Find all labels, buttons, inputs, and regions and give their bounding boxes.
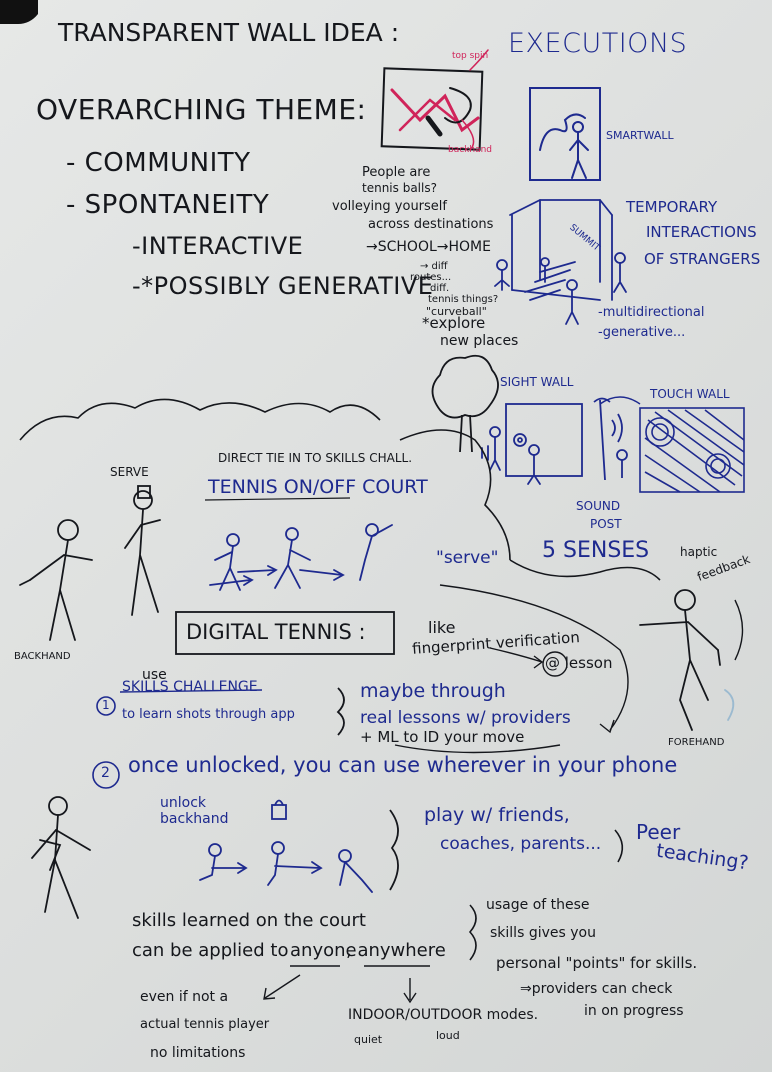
- sound-post-label-1: SOUND: [576, 499, 621, 513]
- bracket-usage: [468, 904, 477, 961]
- play-line1: play w/ friends,: [424, 804, 570, 826]
- magnet-clip: [0, 0, 38, 24]
- smartwall-sketch: [529, 87, 601, 181]
- idea-routes: routes...: [410, 272, 452, 283]
- modes-label: INDOOR/OUTDOOR modes.: [348, 1007, 539, 1023]
- digital-tennis-heading: DIGITAL TENNIS :: [186, 620, 366, 644]
- idea-tennis-things: tennis things?: [428, 294, 499, 305]
- skills-line2: can be applied to: [132, 940, 289, 961]
- modes-loud: loud: [436, 1029, 460, 1042]
- skills-line1: skills learned on the court: [132, 910, 366, 931]
- direct-tie-label: DIRECT TIE IN TO SKILLS CHALL.: [218, 451, 413, 465]
- unlock-line2: backhand: [160, 811, 229, 827]
- bracket-play: [389, 809, 399, 891]
- sight-wall-sketch: [481, 403, 583, 485]
- theme-item-spontaneity: - SPONTANEITY: [66, 190, 270, 220]
- idea-across: across destinations: [368, 217, 494, 232]
- usage-line2: skills gives you: [490, 925, 596, 941]
- idea-volleying: volleying yourself: [332, 199, 447, 214]
- step-1-learn: to learn shots through app: [122, 707, 295, 722]
- serve-label: SERVE: [110, 465, 149, 479]
- unlock-line1: unlock: [160, 795, 207, 811]
- generative-label: -generative...: [598, 325, 686, 340]
- modes-quiet: quiet: [354, 1033, 383, 1046]
- executions-heading: EXECUTIONS: [508, 28, 688, 59]
- theme-item-interactive: -INTERACTIVE: [132, 232, 304, 260]
- serve-quote: "serve": [436, 548, 499, 568]
- pink-backhand-label: backhand: [448, 145, 493, 155]
- maybe-line1: maybe through: [360, 680, 506, 702]
- whiteboard: TRANSPARENT WALL IDEA : EXECUTIONS OVERA…: [0, 0, 772, 1072]
- temporary-line2: INTERACTIONS: [646, 223, 757, 241]
- arrow-to-modes: [403, 978, 417, 1004]
- forehand-figure: [639, 589, 735, 731]
- even-line2: actual tennis player: [140, 1017, 270, 1032]
- haptic-label-1: haptic: [680, 545, 718, 559]
- court-sketch-box: [380, 49, 489, 151]
- fingerprint-lesson: @ lesson: [545, 654, 613, 672]
- sound-post-sketch: [593, 397, 628, 481]
- tennis-on-off-label: TENNIS ON/OFF COURT: [208, 476, 428, 498]
- multidirectional-label: -multidirectional: [598, 305, 705, 320]
- underline-tennis: [204, 497, 351, 501]
- idea-new-places: new places: [440, 333, 519, 349]
- pink-tip-label: top spin: [452, 51, 489, 61]
- usage-line1: usage of these: [486, 897, 590, 913]
- step-2-number: 2: [101, 765, 110, 781]
- theme-item-generative: -*POSSIBLY GENERATIVE: [132, 272, 434, 300]
- usage-line3: personal "points" for skills.: [496, 954, 698, 972]
- idea-diff-routes: → diff: [420, 261, 448, 272]
- on-off-court-figures: [209, 523, 393, 591]
- forehand-label: FOREHAND: [668, 737, 725, 748]
- underline-ml: [394, 744, 561, 754]
- maybe-line2: real lessons w/ providers: [360, 708, 571, 728]
- backhand-figure: [19, 519, 93, 641]
- bracket-peer: [614, 829, 624, 863]
- sight-wall-label: SIGHT WALL: [500, 375, 574, 389]
- step-2-text: once unlocked, you can use wherever in y…: [128, 753, 678, 777]
- fingerprint-like: like: [428, 618, 456, 637]
- usage-line5: in on progress: [584, 1003, 684, 1019]
- step-1-skills-challenge: SKILLS CHALLENGE: [122, 679, 258, 695]
- theme-item-community: - COMMUNITY: [66, 148, 251, 178]
- idea-explore: *explore: [422, 314, 486, 332]
- arrow-to-even: [263, 974, 301, 1000]
- temporary-line1: TEMPORARY: [626, 198, 718, 216]
- even-line1: even if not a: [140, 989, 229, 1005]
- play-line2: coaches, parents...: [440, 834, 602, 854]
- idea-tennis-balls: tennis balls?: [362, 181, 437, 195]
- idea-people-are: People are: [362, 165, 431, 180]
- maybe-line3: + ML to ID your move: [360, 728, 525, 746]
- bracket-maybe: [336, 687, 345, 736]
- theme-heading: OVERARCHING THEME:: [36, 93, 367, 126]
- idea-school-home: →SCHOOL→HOME: [366, 239, 491, 255]
- tree-sketch: [431, 354, 499, 453]
- page-title: TRANSPARENT WALL IDEA :: [58, 18, 400, 47]
- five-senses-label: 5 SENSES: [542, 538, 650, 563]
- touch-wall-label: TOUCH WALL: [650, 387, 730, 401]
- sound-post-label-2: POST: [590, 517, 622, 531]
- backhand-label: BACKHAND: [14, 651, 71, 662]
- temporary-line3: OF STRANGERS: [644, 250, 761, 268]
- usage-line4: ⇒providers can check: [520, 981, 673, 997]
- runner-figure: [31, 796, 91, 919]
- idea-diff2: diff.: [430, 283, 450, 294]
- skills-anywhere: , anywhere: [346, 940, 446, 961]
- smartwall-label: SMARTWALL: [606, 129, 674, 142]
- even-line3: no limitations: [150, 1045, 246, 1061]
- serve-figure: [124, 485, 161, 616]
- step-1-number: 1: [102, 698, 110, 712]
